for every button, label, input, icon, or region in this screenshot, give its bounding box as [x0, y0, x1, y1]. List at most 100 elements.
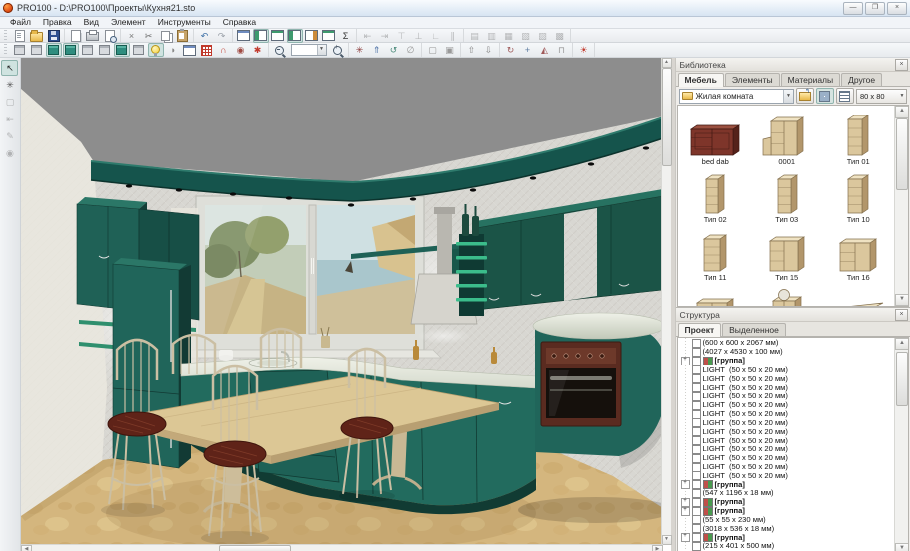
tree-expander-icon[interactable]: + [681, 498, 690, 507]
select-area-button[interactable]: ▢ [425, 43, 441, 57]
tree-checkbox[interactable] [692, 463, 701, 472]
tree-row[interactable]: (600 x 600 x 2067 мм) [681, 339, 894, 348]
tree-row[interactable]: LIGHT (50 x 50 x 20 мм) [681, 445, 894, 454]
library-item[interactable]: bed dab [680, 108, 751, 166]
tree-checkbox[interactable] [692, 418, 701, 427]
delete-button[interactable]: × [124, 29, 140, 43]
render-button[interactable]: ☀ [576, 43, 592, 57]
new-file-button[interactable] [12, 29, 28, 43]
tree-checkbox[interactable] [692, 480, 701, 489]
minimize-button[interactable]: — [843, 2, 863, 15]
cut-button[interactable]: ✂ [141, 29, 157, 43]
library-item[interactable]: Тип 17 [680, 282, 751, 306]
tree-row[interactable]: LIGHT (50 x 50 x 20 мм) [681, 436, 894, 445]
lighting-button[interactable] [148, 43, 164, 57]
move-view-up-button[interactable]: ⇑ [369, 43, 385, 57]
tree-checkbox[interactable] [692, 392, 701, 401]
tree-row[interactable]: LIGHT (50 x 50 x 20 мм) [681, 471, 894, 480]
collision-button[interactable]: ✱ [250, 43, 266, 57]
edges-button[interactable]: ◑ [165, 43, 181, 57]
tree-row[interactable]: LIGHT (50 x 50 x 20 мм) [681, 365, 894, 374]
menu-item-5[interactable]: Инструменты [152, 17, 217, 28]
tree-expander-icon[interactable]: + [681, 507, 690, 516]
paste-button[interactable] [175, 29, 191, 43]
tree-row[interactable]: LIGHT (50 x 50 x 20 мм) [681, 383, 894, 392]
menu-item-2[interactable]: Правка [37, 17, 78, 28]
open-file-button[interactable] [29, 29, 45, 43]
tree-expander-icon[interactable]: + [681, 533, 690, 542]
tree-row[interactable]: +[группа] [681, 357, 894, 366]
scroll-up-arrow[interactable]: ▲ [895, 338, 909, 350]
library-scroll-thumb[interactable] [896, 118, 908, 190]
snap-tool-button[interactable]: ✳ [1, 77, 18, 93]
details-view-button[interactable] [836, 88, 854, 104]
view-back-button[interactable] [97, 43, 113, 57]
library-item[interactable]: Тип 16 [822, 224, 893, 282]
library-item[interactable]: Тип 03 [751, 166, 823, 224]
tree-checkbox[interactable] [692, 498, 701, 507]
select-tool-button[interactable]: ↖ [1, 60, 18, 76]
accessories-button[interactable] [182, 43, 198, 57]
tree-checkbox[interactable] [692, 427, 701, 436]
tree-checkbox[interactable] [692, 357, 701, 366]
tree-checkbox[interactable] [692, 410, 701, 419]
tree-checkbox[interactable] [692, 471, 701, 480]
tree-expander-icon[interactable]: + [681, 357, 690, 366]
tree-row[interactable]: (215 x 401 x 500 мм) [681, 542, 894, 551]
tree-checkbox[interactable] [692, 348, 701, 357]
library-category-combo[interactable]: Жилая комната ▼ [679, 89, 794, 104]
scroll-left-arrow[interactable]: ◀ [21, 545, 32, 551]
show-report-button[interactable] [304, 29, 320, 43]
show-price-list-button[interactable] [321, 29, 337, 43]
scroll-down-arrow[interactable]: ▼ [895, 294, 909, 306]
restore-button[interactable]: ❐ [865, 2, 885, 15]
summary-button[interactable]: Σ [338, 29, 354, 43]
tree-row[interactable]: (55 x 55 x 230 мм) [681, 516, 894, 525]
structure-tab-2[interactable]: Выделенное [722, 323, 786, 336]
tree-row[interactable]: LIGHT (50 x 50 x 20 мм) [681, 463, 894, 472]
print-preview-button[interactable] [102, 29, 118, 43]
tree-row[interactable]: LIGHT (50 x 50 x 20 мм) [681, 410, 894, 419]
tree-checkbox[interactable] [692, 383, 701, 392]
library-tab-1[interactable]: Мебель [678, 73, 724, 87]
show-projects-button[interactable] [253, 29, 269, 43]
thumbnail-view-button[interactable] [816, 88, 834, 104]
menu-item-1[interactable]: Файл [4, 17, 37, 28]
library-scrollbar[interactable]: ▲ ▼ [894, 106, 908, 306]
view-wireframe-button[interactable] [131, 43, 147, 57]
library-item[interactable]: Тип 02 [680, 166, 751, 224]
zoom-level-combo-button[interactable]: ▼ [289, 43, 329, 57]
library-item[interactable]: Тип 11 [680, 224, 751, 282]
scroll-down-arrow[interactable]: ▼ [895, 543, 909, 551]
tree-checkbox[interactable] [692, 516, 701, 525]
kitchen-3d-view[interactable] [21, 58, 663, 545]
view-plan-button[interactable] [12, 43, 28, 57]
tree-checkbox[interactable] [692, 445, 701, 454]
tree-row[interactable]: (4027 x 4530 x 100 мм) [681, 348, 894, 357]
tree-row[interactable]: (3018 x 536 x 18 мм) [681, 524, 894, 533]
tree-checkbox[interactable] [692, 374, 701, 383]
combo-arrow-icon[interactable]: ▼ [783, 90, 793, 103]
structure-tab-1[interactable]: Проект [678, 323, 722, 337]
tree-checkbox[interactable] [692, 507, 701, 516]
tree-checkbox[interactable] [692, 365, 701, 374]
export-file-button[interactable] [68, 29, 84, 43]
show-library-button[interactable] [270, 29, 286, 43]
toolbar-grip[interactable] [4, 44, 7, 55]
rotate-element-button[interactable]: ↻ [503, 43, 519, 57]
library-item[interactable]: 0001 [751, 108, 823, 166]
tree-row[interactable]: LIGHT (50 x 50 x 20 мм) [681, 454, 894, 463]
library-item[interactable]: Тип 15 [751, 224, 823, 282]
menu-item-4[interactable]: Элемент [105, 17, 152, 28]
tree-row[interactable]: +[группа] [681, 507, 894, 516]
tree-checkbox[interactable] [692, 454, 701, 463]
view-side-button[interactable] [46, 43, 62, 57]
properties-button[interactable] [236, 29, 252, 43]
library-tab-2[interactable]: Элементы [725, 73, 780, 86]
menu-item-6[interactable]: Справка [217, 17, 262, 28]
library-close-button[interactable]: × [895, 59, 908, 71]
combo-arrow-icon[interactable]: ▼ [898, 93, 906, 99]
rotate-view-button[interactable]: ↺ [386, 43, 402, 57]
copy-button[interactable] [158, 29, 174, 43]
mirror-element-button[interactable]: ◭ [537, 43, 553, 57]
